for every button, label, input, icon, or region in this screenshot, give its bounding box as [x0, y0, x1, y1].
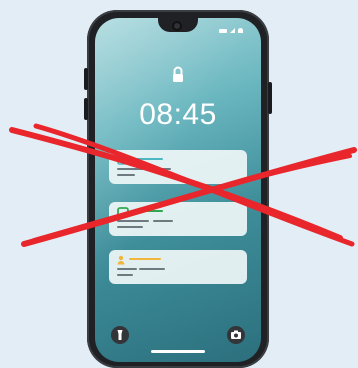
signal-icon	[230, 28, 235, 33]
notification-title-line	[129, 258, 161, 260]
notification-text-line	[153, 220, 173, 222]
lock-icon	[173, 66, 183, 82]
battery-icon	[219, 28, 227, 33]
notch	[158, 18, 198, 32]
lock-screen: 08:45	[95, 18, 261, 362]
smartphone: 08:45	[84, 10, 272, 368]
user-icon	[117, 255, 125, 265]
camera-button[interactable]	[227, 326, 245, 344]
notification-text-line	[117, 226, 143, 228]
front-camera-icon	[172, 21, 182, 31]
notification-text-line	[117, 220, 149, 222]
notification-card[interactable]	[109, 202, 247, 236]
notification-text-line	[117, 168, 145, 170]
power-button	[268, 82, 272, 114]
notification-text-line	[117, 274, 133, 276]
status-bar	[219, 28, 243, 33]
flashlight-icon	[117, 330, 123, 340]
notification-text-line	[139, 268, 165, 270]
notification-text-line	[117, 268, 137, 270]
notification-title-line	[133, 210, 163, 212]
illustration-scene: 08:45	[0, 0, 358, 368]
chat-icon	[117, 207, 129, 217]
notification-text-line	[149, 168, 171, 170]
wifi-icon	[238, 28, 243, 33]
notification-card[interactable]	[109, 250, 247, 284]
flashlight-button[interactable]	[111, 326, 129, 344]
message-icon	[117, 155, 127, 165]
volume-button-down	[84, 98, 88, 120]
home-indicator[interactable]	[151, 350, 205, 353]
camera-icon	[231, 330, 241, 339]
volume-button-up	[84, 68, 88, 90]
notification-title-line	[131, 158, 163, 160]
notification-card[interactable]	[109, 150, 247, 184]
lock-screen-time: 08:45	[139, 98, 217, 131]
notification-text-line	[117, 174, 135, 176]
